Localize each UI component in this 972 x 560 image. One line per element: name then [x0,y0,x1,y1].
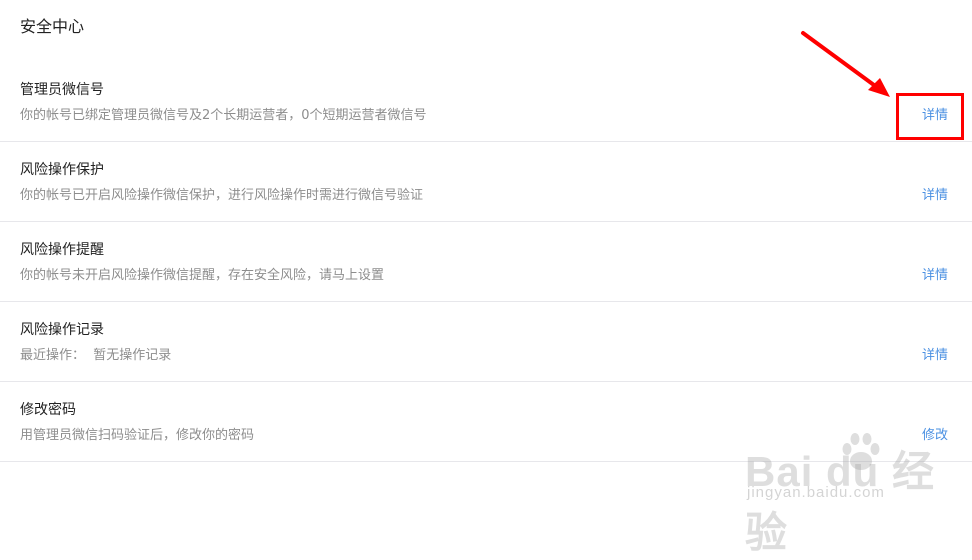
watermark-url: jingyan.baidu.com [747,484,885,501]
item-title: 修改密码 [20,402,76,418]
item-title: 管理员微信号 [20,82,104,98]
admin-wechat-details-link[interactable]: 详情 [922,106,948,126]
item-description: 你的帐号已绑定管理员微信号及2个长期运营者，0个短期运营者微信号 [20,108,427,123]
settings-item-risk-alert: 风险操作提醒 你的帐号未开启风险操作微信提醒，存在安全风险，请马上设置 详情 [0,222,972,302]
risk-protection-details-link[interactable]: 详情 [922,186,948,206]
item-title: 风险操作保护 [20,162,104,178]
page-title: 安全中心 [20,17,85,36]
item-description: 最近操作： 暂无操作记录 [20,348,172,363]
settings-item-risk-protection: 风险操作保护 你的帐号已开启风险操作微信保护，进行风险操作时需进行微信号验证 详… [0,142,972,222]
settings-item-admin-wechat: 管理员微信号 你的帐号已绑定管理员微信号及2个长期运营者，0个短期运营者微信号 … [0,62,972,142]
item-description: 你的帐号已开启风险操作微信保护，进行风险操作时需进行微信号验证 [20,188,424,203]
item-description: 你的帐号未开启风险操作微信提醒，存在安全风险，请马上设置 [20,268,385,283]
settings-list: 管理员微信号 你的帐号已绑定管理员微信号及2个长期运营者，0个短期运营者微信号 … [0,62,972,462]
item-description: 用管理员微信扫码验证后，修改你的密码 [20,428,255,443]
item-title: 风险操作提醒 [20,242,104,258]
change-password-link[interactable]: 修改 [922,426,948,446]
risk-log-details-link[interactable]: 详情 [922,346,948,366]
item-title: 风险操作记录 [20,322,104,338]
settings-item-change-password: 修改密码 用管理员微信扫码验证后，修改你的密码 修改 [0,382,972,462]
settings-item-risk-log: 风险操作记录 最近操作： 暂无操作记录 详情 [0,302,972,382]
risk-alert-details-link[interactable]: 详情 [922,266,948,286]
